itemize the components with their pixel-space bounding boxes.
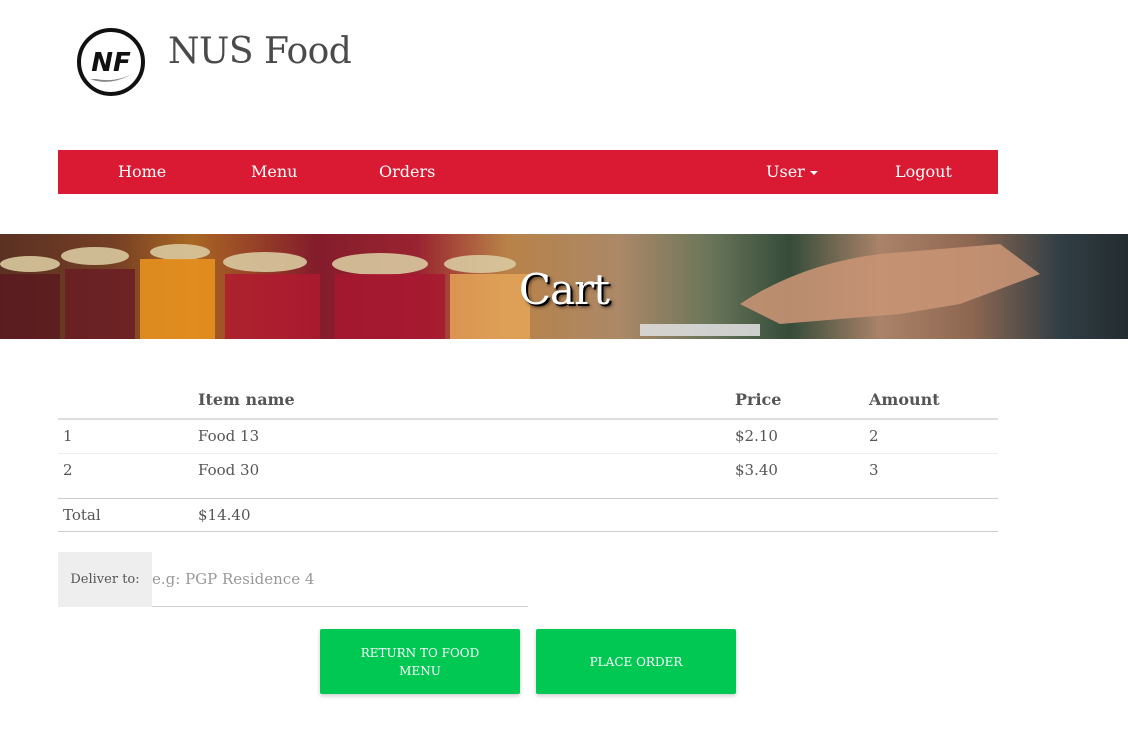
cart-total-table: Total $14.40 — [58, 498, 998, 532]
nav-logout-link[interactable]: Logout — [895, 150, 952, 194]
header-item-name: Item name — [193, 380, 730, 420]
header-index — [58, 380, 193, 420]
total-row: Total $14.40 — [58, 498, 998, 532]
header-price: Price — [730, 380, 864, 420]
nav-user-label: User — [766, 162, 805, 181]
total-label: Total — [58, 498, 193, 532]
page-banner: Cart — [0, 234, 1128, 339]
row-price: $2.10 — [730, 418, 864, 453]
nav-menu-link[interactable]: Menu — [251, 150, 297, 194]
place-order-button[interactable]: PLACE ORDER — [536, 629, 736, 694]
logo-text: NF — [91, 48, 131, 78]
nav-user-dropdown[interactable]: User — [766, 150, 818, 194]
deliver-address-input[interactable] — [152, 552, 528, 607]
nav-home-link[interactable]: Home — [118, 150, 166, 194]
caret-down-icon — [809, 170, 818, 175]
row-item-name: Food 30 — [193, 452, 730, 487]
main-navbar: Home Menu Orders User Logout — [58, 150, 998, 194]
total-value: $14.40 — [193, 498, 998, 532]
table-header-row: Item name Price Amount — [58, 380, 998, 420]
row-amount: 2 — [864, 418, 998, 453]
row-index: 2 — [58, 452, 193, 487]
brand: NF NUS Food — [76, 27, 352, 97]
table-row: 1 Food 13 $2.10 2 — [58, 418, 998, 453]
site-title: NUS Food — [168, 31, 352, 72]
deliver-to-label: Deliver to: — [58, 552, 152, 607]
nav-orders-link[interactable]: Orders — [379, 150, 435, 194]
row-price: $3.40 — [730, 452, 864, 487]
table-row: 2 Food 30 $3.40 3 — [58, 452, 998, 487]
banner-title: Cart — [518, 265, 610, 314]
cart-table: Item name Price Amount 1 Food 13 $2.10 2… — [58, 380, 998, 487]
return-to-menu-button[interactable]: RETURN TO FOOD MENU — [320, 629, 520, 694]
row-item-name: Food 13 — [193, 418, 730, 453]
row-index: 1 — [58, 418, 193, 453]
header-amount: Amount — [864, 380, 998, 420]
nus-food-logo: NF — [77, 28, 145, 96]
row-amount: 3 — [864, 452, 998, 487]
